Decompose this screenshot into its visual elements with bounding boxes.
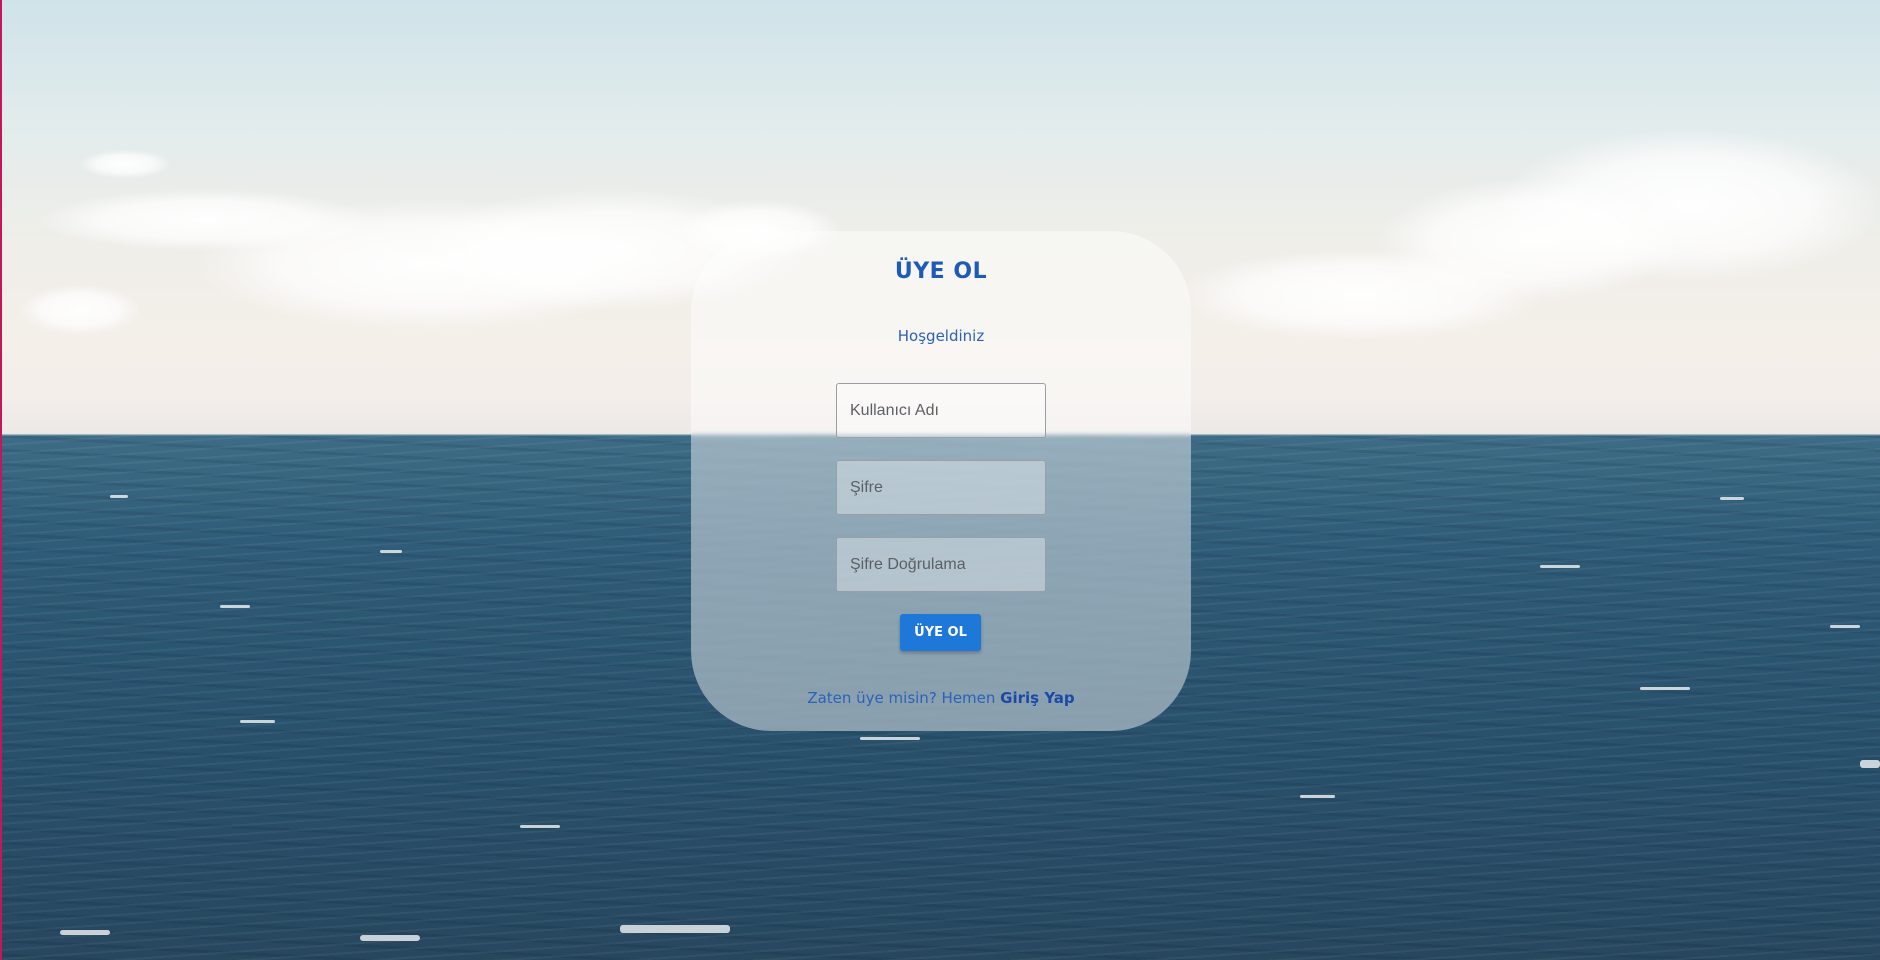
window-edge [0,0,2,960]
page-background: ÜYE OL Hoşgeldiniz ÜYE OL Zaten üye misi… [0,0,1880,960]
login-prompt-text: Zaten üye misin? Hemen [807,689,1001,707]
signup-card: ÜYE OL Hoşgeldiniz ÜYE OL Zaten üye misi… [691,231,1191,731]
password-input[interactable] [836,460,1046,515]
password-confirm-input[interactable] [836,537,1046,592]
login-prompt: Zaten üye misin? Hemen Giriş Yap [691,689,1191,707]
signup-title: ÜYE OL [894,259,988,284]
signup-button[interactable]: ÜYE OL [900,614,981,651]
welcome-text: Hoşgeldiniz [897,327,985,345]
username-input[interactable] [836,383,1046,438]
login-link[interactable]: Giriş Yap [1000,689,1075,707]
